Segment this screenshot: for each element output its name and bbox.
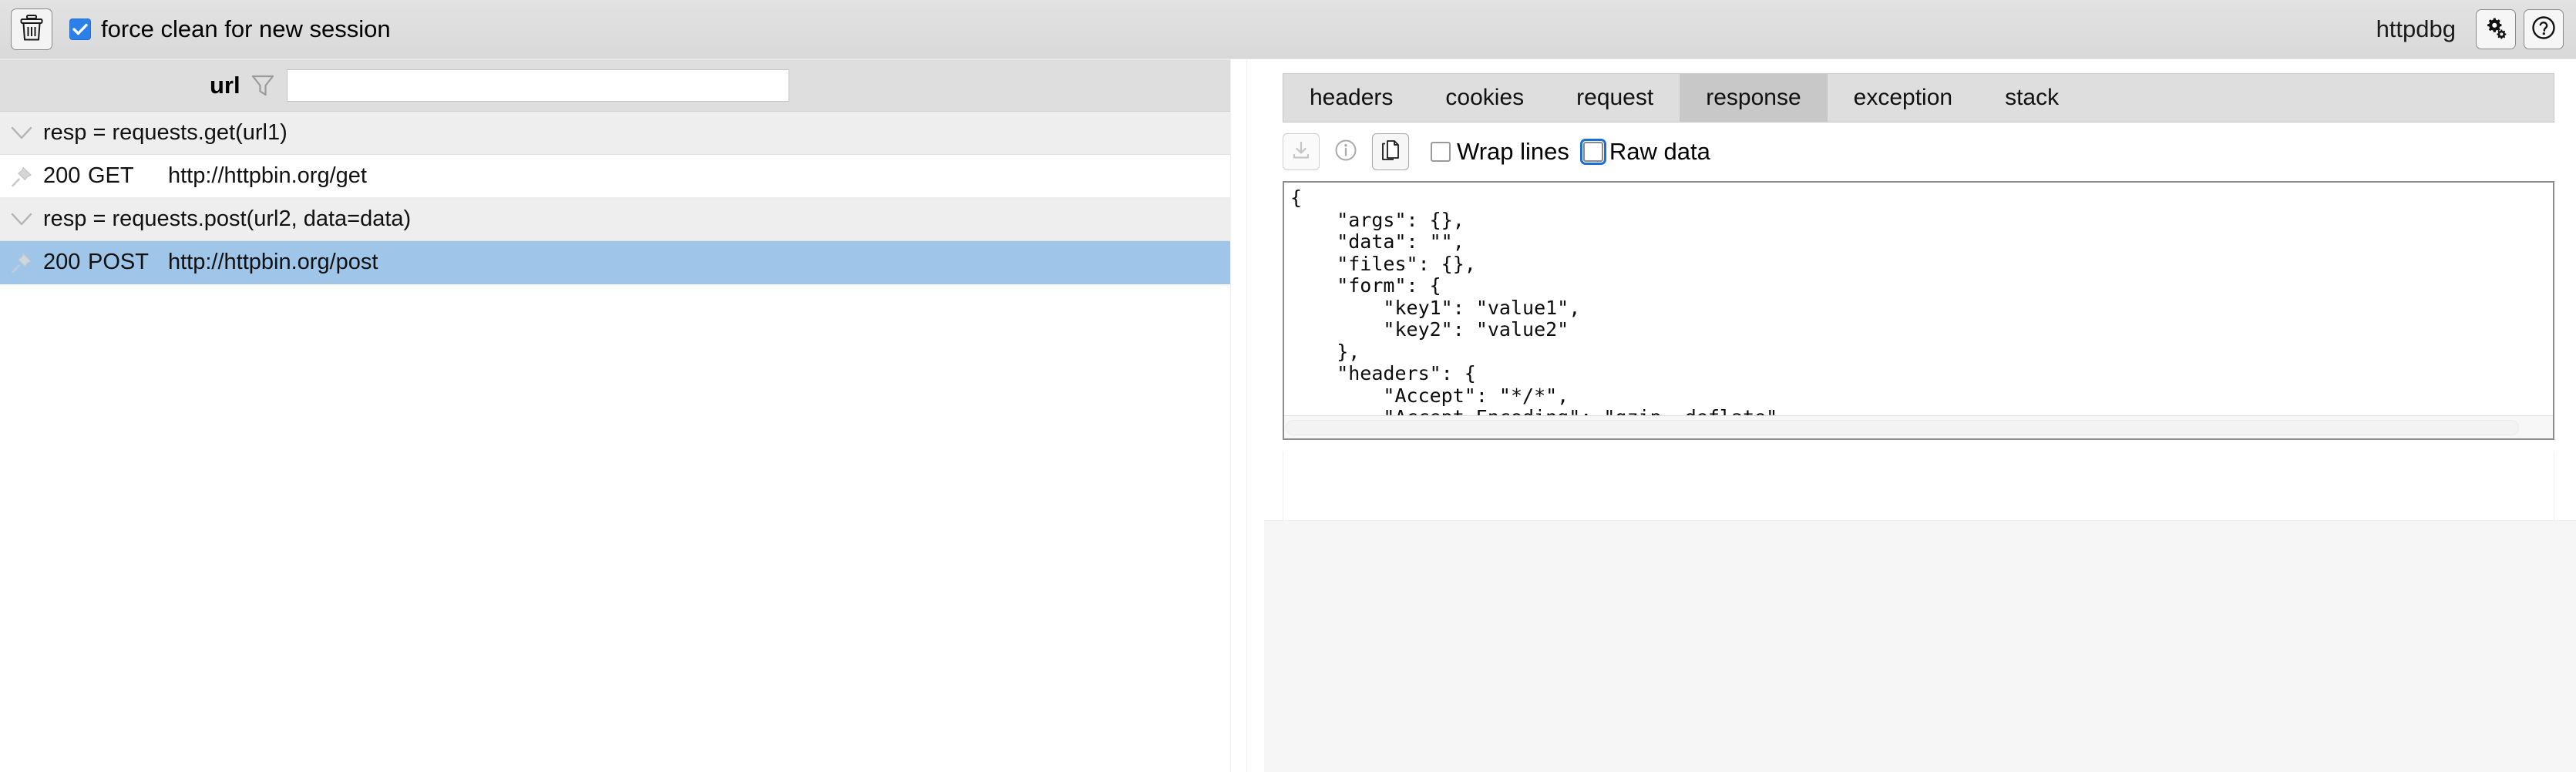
funnel-icon[interactable] bbox=[250, 72, 276, 99]
trash-icon bbox=[20, 15, 43, 43]
info-circle-icon bbox=[1334, 139, 1357, 166]
tab-response[interactable]: response bbox=[1680, 74, 1828, 122]
table-row[interactable]: 200 GET http://httpbin.org/get bbox=[0, 155, 1230, 198]
pin-icon[interactable] bbox=[0, 165, 43, 188]
top-toolbar: force clean for new session httpdbg bbox=[0, 0, 2576, 59]
raw-data-checkbox[interactable] bbox=[1579, 139, 1606, 165]
toolbar-right-group: httpdbg bbox=[2376, 8, 2576, 49]
requests-panel: url resp = requests.get(url1) 200 GET ht… bbox=[0, 59, 1230, 772]
chevron-down-icon bbox=[0, 211, 43, 228]
info-button[interactable] bbox=[1327, 133, 1364, 170]
question-circle-icon bbox=[2531, 15, 2556, 42]
help-button[interactable] bbox=[2524, 8, 2564, 49]
response-content-box: { "args": {}, "data": "", "files": {}, "… bbox=[1283, 181, 2554, 440]
request-group-header[interactable]: resp = requests.get(url1) bbox=[0, 112, 1230, 155]
request-status: 200 bbox=[43, 163, 81, 188]
response-toolbar: Wrap lines Raw data bbox=[1283, 133, 1710, 170]
request-group-label: resp = requests.post(url2, data=data) bbox=[43, 206, 412, 231]
force-clean-checkbox[interactable] bbox=[69, 18, 91, 40]
request-method: GET bbox=[88, 163, 134, 188]
panel-footer bbox=[1264, 520, 2576, 772]
tab-cookies[interactable]: cookies bbox=[1419, 74, 1550, 122]
chevron-down-icon bbox=[0, 125, 43, 142]
tab-label: headers bbox=[1310, 85, 1394, 110]
copy-button[interactable] bbox=[1372, 133, 1409, 170]
request-group-label: resp = requests.get(url1) bbox=[43, 120, 288, 145]
url-filter-label: url bbox=[210, 71, 240, 99]
wrap-lines-checkbox[interactable] bbox=[1431, 142, 1451, 162]
raw-data-label: Raw data bbox=[1609, 138, 1710, 165]
details-panel: headers cookies request response excepti… bbox=[1264, 59, 2576, 772]
wrap-lines-label: Wrap lines bbox=[1457, 138, 1569, 165]
pin-icon[interactable] bbox=[0, 251, 43, 274]
tab-request[interactable]: request bbox=[1550, 74, 1680, 122]
app-title: httpdbg bbox=[2376, 15, 2456, 42]
gears-icon bbox=[2484, 16, 2507, 42]
toolbar-left-group: force clean for new session bbox=[0, 8, 391, 50]
detail-tabs: headers cookies request response excepti… bbox=[1283, 73, 2554, 123]
tab-label: cookies bbox=[1445, 85, 1525, 110]
panel-splitter[interactable] bbox=[1230, 59, 1247, 772]
download-button[interactable] bbox=[1283, 133, 1320, 170]
check-icon bbox=[72, 23, 88, 35]
response-body-text: { "args": {}, "data": "", "files": {}, "… bbox=[1290, 186, 1789, 438]
tab-label: response bbox=[1706, 85, 1801, 110]
horizontal-scrollbar[interactable] bbox=[1284, 415, 2553, 438]
copy-icon bbox=[1380, 139, 1401, 165]
request-status: 200 bbox=[43, 250, 81, 274]
request-group-header[interactable]: resp = requests.post(url2, data=data) bbox=[0, 198, 1230, 241]
tab-label: exception bbox=[1853, 85, 1953, 110]
table-row[interactable]: 200 POST http://httpbin.org/post bbox=[0, 241, 1230, 284]
force-clean-checkbox-group[interactable]: force clean for new session bbox=[69, 17, 391, 41]
force-clean-label: force clean for new session bbox=[101, 15, 391, 42]
tab-label: stack bbox=[2005, 85, 2060, 110]
scrollbar-thumb[interactable] bbox=[1286, 420, 2519, 435]
clear-session-button[interactable] bbox=[11, 8, 52, 50]
settings-button[interactable] bbox=[2476, 8, 2516, 49]
tab-stack[interactable]: stack bbox=[1979, 74, 2085, 122]
response-lower-area bbox=[1283, 451, 2554, 520]
request-url: http://httpbin.org/get bbox=[168, 163, 367, 188]
url-filter-bar: url bbox=[0, 59, 1230, 112]
raw-data-option[interactable]: Raw data bbox=[1579, 138, 1710, 166]
wrap-lines-option[interactable]: Wrap lines bbox=[1431, 138, 1569, 166]
download-icon bbox=[1291, 140, 1311, 164]
request-method: POST bbox=[88, 250, 149, 274]
tab-headers[interactable]: headers bbox=[1283, 74, 1419, 122]
tab-label: request bbox=[1576, 85, 1654, 110]
request-list: resp = requests.get(url1) 200 GET http:/… bbox=[0, 112, 1230, 284]
tab-exception[interactable]: exception bbox=[1828, 74, 1979, 122]
url-filter-input[interactable] bbox=[286, 69, 789, 102]
request-url: http://httpbin.org/post bbox=[168, 250, 378, 274]
